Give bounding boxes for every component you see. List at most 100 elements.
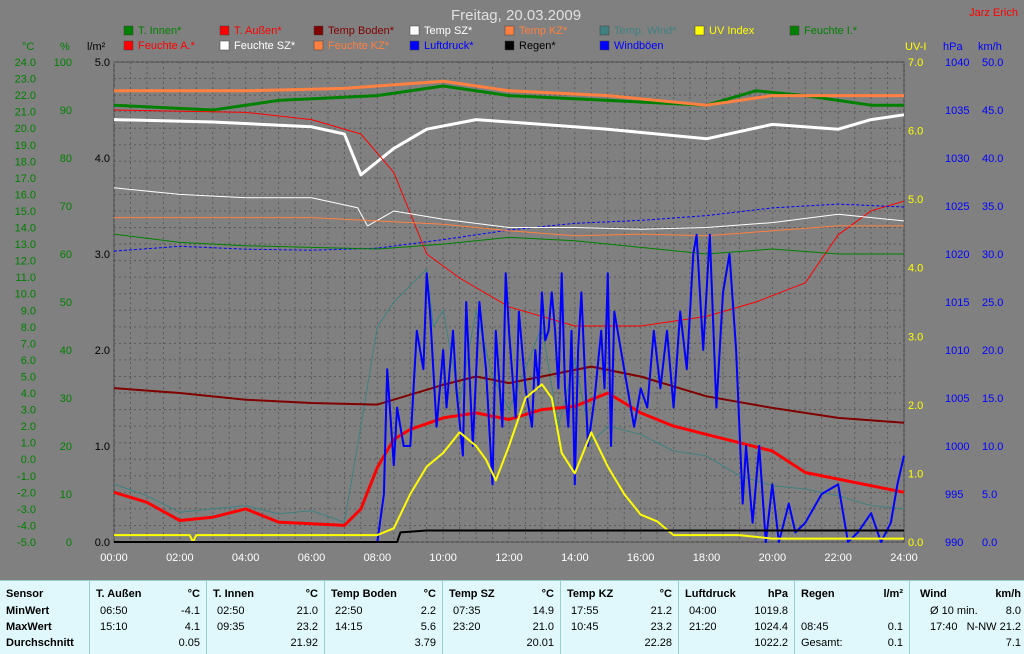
legend-swatch bbox=[789, 25, 800, 36]
temp-tick-label: 8.0 bbox=[21, 322, 36, 334]
temp-tick-label: 15.0 bbox=[15, 206, 36, 218]
sensor-header: Sensor bbox=[6, 588, 44, 600]
legend-label: Windböen bbox=[614, 40, 664, 52]
stat-unit: hPa bbox=[767, 588, 788, 600]
wind-day-avg: 7.1 bbox=[1005, 637, 1021, 649]
temp-tick-label: 11.0 bbox=[15, 272, 36, 284]
temp-tick-label: 0.0 bbox=[21, 454, 36, 466]
x-tick-label: 24:00 bbox=[890, 552, 918, 564]
rain-tick-label: 0.0 bbox=[95, 537, 110, 549]
press-tick-label: 1010 bbox=[945, 345, 969, 357]
wind-unit: km/h bbox=[978, 41, 1002, 53]
stat-max-value: 1024.4 bbox=[754, 621, 788, 633]
uv-tick-label: 6.0 bbox=[908, 126, 923, 138]
x-tick-label: 02:00 bbox=[166, 552, 194, 564]
wind-tick-label: 20.0 bbox=[982, 345, 1003, 357]
rain-unit: l/m² bbox=[87, 41, 106, 53]
stat-max-value: 21.0 bbox=[532, 621, 554, 633]
wind-tick-label: 50.0 bbox=[982, 57, 1003, 69]
temp-tick-label: 19.0 bbox=[15, 140, 36, 152]
stat-header: Luftdruck bbox=[685, 588, 736, 600]
legend-label: Temp SZ* bbox=[424, 25, 473, 37]
regen-value: 0.1 bbox=[887, 621, 903, 633]
temp-tick-label: 9.0 bbox=[21, 305, 36, 317]
press-tick-label: 1020 bbox=[945, 249, 969, 261]
stat-average: 0.05 bbox=[178, 637, 200, 649]
regen-total-label: Gesamt: bbox=[801, 637, 843, 649]
stat-header: Temp KZ bbox=[567, 588, 614, 600]
stat-min-value: 1019.8 bbox=[754, 605, 788, 617]
stat-max-time: 10:45 bbox=[571, 621, 599, 633]
legend-swatch bbox=[313, 40, 324, 51]
press-unit: hPa bbox=[943, 41, 963, 53]
stat-max-value: 23.2 bbox=[650, 621, 672, 633]
legend-label: Luftdruck* bbox=[424, 40, 474, 52]
stat-unit: °C bbox=[305, 588, 318, 600]
hum-tick-label: 80 bbox=[60, 153, 72, 165]
temp-tick-label: 2.0 bbox=[21, 421, 36, 433]
stat-unit: °C bbox=[541, 588, 554, 600]
temp-tick-label: 18.0 bbox=[15, 156, 36, 168]
uv-tick-label: 5.0 bbox=[908, 194, 923, 206]
temp-unit: °C bbox=[22, 41, 34, 53]
x-tick-label: 00:00 bbox=[100, 552, 128, 564]
wind-tick-label: 25.0 bbox=[982, 297, 1003, 309]
stat-unit: °C bbox=[423, 588, 436, 600]
stats-column: T. Innen °C 02:50 21.0 09:35 23.2 21.92 bbox=[207, 581, 325, 654]
stats-column: Luftdruck hPa 04:00 1019.8 21:20 1024.4 1022.2 bbox=[679, 581, 795, 654]
temp-tick-label: 21.0 bbox=[15, 107, 36, 119]
legend-swatch bbox=[504, 25, 515, 36]
regen-header: Regen bbox=[801, 588, 835, 600]
legend-swatch bbox=[599, 40, 610, 51]
stat-max-time: 15:10 bbox=[100, 621, 128, 633]
stat-min-time: 06:50 bbox=[100, 605, 128, 617]
temp-tick-label: -1.0 bbox=[17, 471, 36, 483]
legend-swatch bbox=[694, 25, 705, 36]
stat-max-value: 4.1 bbox=[184, 621, 200, 633]
temp-tick-label: 6.0 bbox=[21, 355, 36, 367]
legend-swatch bbox=[219, 40, 230, 51]
stat-header: T. Innen bbox=[213, 588, 254, 600]
stat-min-value: 2.2 bbox=[420, 605, 436, 617]
stat-min-time: 04:00 bbox=[689, 605, 717, 617]
wind-tick-label: 40.0 bbox=[982, 153, 1003, 165]
press-tick-label: 1035 bbox=[945, 105, 969, 117]
hum-tick-label: 30 bbox=[60, 393, 72, 405]
hum-tick-label: 40 bbox=[60, 345, 72, 357]
stat-header: Temp SZ bbox=[449, 588, 495, 600]
legend-swatch bbox=[123, 25, 134, 36]
stat-min-time: 02:50 bbox=[217, 605, 245, 617]
stat-min-value: -4.1 bbox=[181, 605, 200, 617]
temp-tick-label: 12.0 bbox=[15, 256, 36, 268]
stat-max-time: 09:35 bbox=[217, 621, 245, 633]
uv-tick-label: 2.0 bbox=[908, 400, 923, 412]
uv-tick-label: 1.0 bbox=[908, 468, 923, 480]
stat-max-value: 5.6 bbox=[420, 621, 436, 633]
wind-tick-label: 0.0 bbox=[982, 537, 997, 549]
x-tick-label: 18:00 bbox=[693, 552, 721, 564]
temp-tick-label: 23.0 bbox=[15, 74, 36, 86]
stats-column: T. Außen °C 06:50 -4.1 15:10 4.1 0.05 bbox=[90, 581, 207, 654]
hum-tick-label: 60 bbox=[60, 249, 72, 261]
regen-time: 08:45 bbox=[801, 621, 829, 633]
legend-label: Feuchte KZ* bbox=[328, 40, 390, 52]
uv-tick-label: 4.0 bbox=[908, 263, 923, 275]
temp-tick-label: 10.0 bbox=[15, 289, 36, 301]
temp-tick-label: 1.0 bbox=[21, 438, 36, 450]
hum-tick-label: 70 bbox=[60, 201, 72, 213]
hum-tick-label: 100 bbox=[54, 57, 72, 69]
stat-unit: °C bbox=[659, 588, 672, 600]
x-tick-label: 10:00 bbox=[429, 552, 457, 564]
stat-max-value: 23.2 bbox=[296, 621, 318, 633]
press-tick-label: 1025 bbox=[945, 201, 969, 213]
rain-tick-label: 5.0 bbox=[95, 57, 110, 69]
hum-tick-label: 20 bbox=[60, 441, 72, 453]
rain-tick-label: 1.0 bbox=[95, 441, 110, 453]
stat-average: 20.01 bbox=[526, 637, 554, 649]
temp-tick-label: 17.0 bbox=[15, 173, 36, 185]
stat-average: 22.28 bbox=[644, 637, 672, 649]
statistics-panel: Sensor MinWert MaxWert Durchschnitt T. A… bbox=[0, 580, 1024, 654]
stat-min-time: 22:50 bbox=[335, 605, 363, 617]
legend-swatch bbox=[409, 40, 420, 51]
x-tick-label: 16:00 bbox=[627, 552, 655, 564]
